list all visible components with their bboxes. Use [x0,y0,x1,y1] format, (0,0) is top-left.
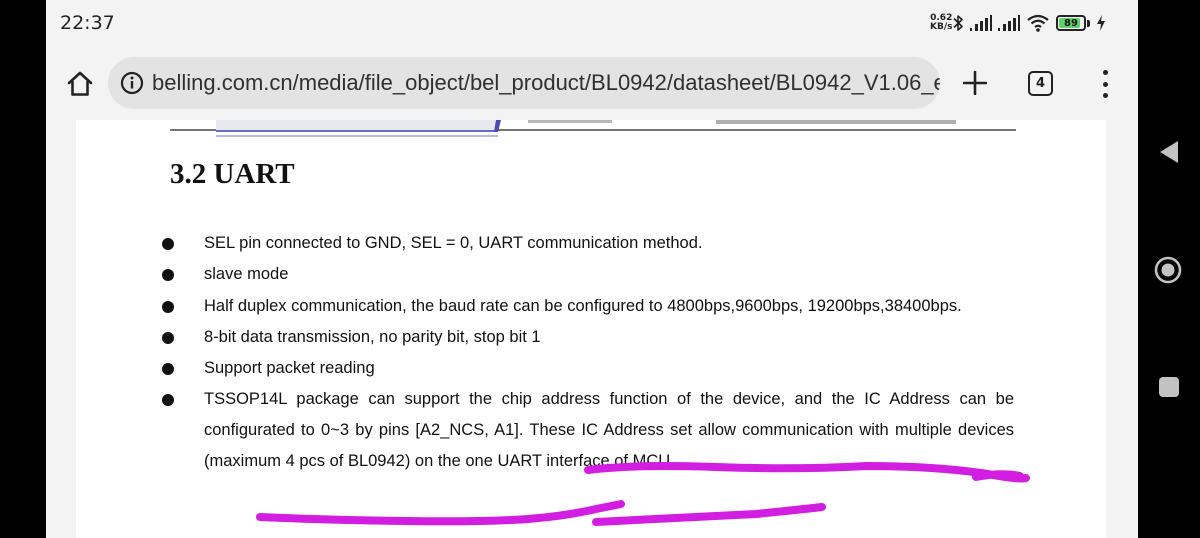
right-bezel [1138,0,1200,538]
signal-icon [970,15,992,31]
bullet-dot [162,269,174,281]
list-item: slave mode [162,259,1014,290]
phone-screen: 22:37 0.62 KB/s 89 belling.com.cn/media/… [46,0,1138,538]
bullet-dot [162,238,174,250]
pdf-page: 3.2 UART SEL pin connected to GND, SEL =… [76,120,1106,538]
status-icons: 89 [952,12,1106,34]
list-item-text: SEL pin connected to GND, SEL = 0, UART … [204,234,703,252]
url-text[interactable]: belling.com.cn/media/file_object/bel_pro… [152,70,940,96]
list-item: Half duplex communication, the baud rate… [162,291,1014,322]
bullet-dot [162,301,174,313]
address-bar[interactable]: belling.com.cn/media/file_object/bel_pro… [108,57,940,109]
home-circle-icon[interactable] [1154,256,1182,284]
tab-switcher-button[interactable]: 4 [1028,71,1053,96]
list-item-text: slave mode [204,265,289,283]
battery-tip [1087,19,1090,27]
battery-icon: 89 [1056,15,1086,31]
network-speed-unit: KB/s [930,22,953,32]
list-item-text: 8-bit data transmission, no parity bit, … [204,328,541,346]
list-item-text: Support packet reading [204,359,375,377]
list-item: Support packet reading [162,353,1014,384]
home-button[interactable] [64,68,96,100]
battery-level: 89 [1064,17,1078,29]
back-triangle-icon[interactable] [1158,140,1180,164]
tab-count: 4 [1035,76,1046,91]
list-item: TSSOP14L package can support the chip ad… [162,384,1014,477]
left-bezel [0,0,46,538]
bullet-dot [162,394,174,406]
charging-icon [1097,15,1105,31]
list-item-text: Half duplex communication, the baud rate… [204,297,962,315]
info-icon[interactable] [120,71,144,95]
home-icon [67,71,93,96]
new-tab-button[interactable] [960,68,990,98]
signal-icon [998,15,1020,31]
wifi-icon [1027,14,1049,32]
plus-icon [963,71,987,95]
list-item: SEL pin connected to GND, SEL = 0, UART … [162,228,1014,259]
list-item-text: TSSOP14L package can support the chip ad… [204,390,1014,470]
list-item: 8-bit data transmission, no parity bit, … [162,322,1014,353]
page-content: 3.2 UART SEL pin connected to GND, SEL =… [76,120,1106,538]
browser-toolbar: belling.com.cn/media/file_object/bel_pro… [46,46,1138,120]
recents-square-icon[interactable] [1158,376,1180,398]
bluetooth-icon [953,15,963,31]
more-menu-button[interactable] [1098,70,1112,98]
bullet-dot [162,332,174,344]
bullet-dot [162,363,174,375]
status-bar: 22:37 0.62 KB/s 89 [46,0,1138,46]
bullet-list: SEL pin connected to GND, SEL = 0, UART … [162,228,1014,477]
more-icon [1102,70,1108,75]
network-speed: 0.62 KB/s [930,14,952,32]
section-heading: 3.2 UART [170,158,295,190]
clock: 22:37 [60,12,115,34]
pdf-viewer[interactable]: 3.2 UART SEL pin connected to GND, SEL =… [46,120,1138,538]
